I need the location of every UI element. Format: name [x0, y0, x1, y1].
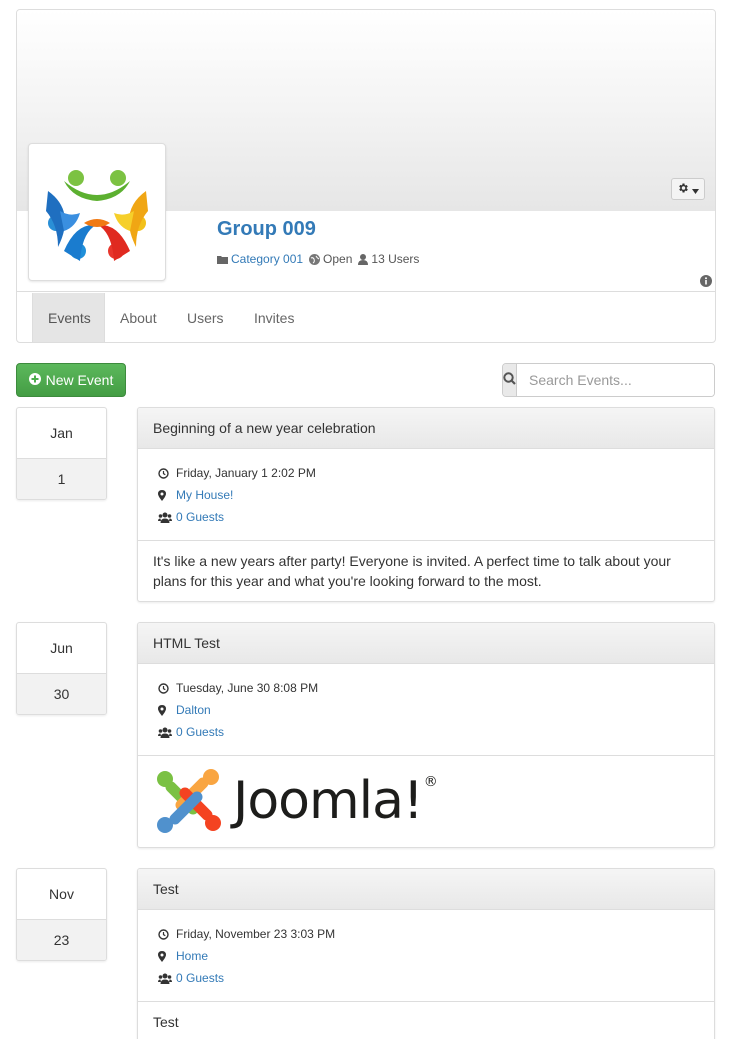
- joomla-wordmark: Joomla! ®: [233, 771, 438, 831]
- event-day: 1: [17, 459, 106, 499]
- event-title[interactable]: Beginning of a new year celebration: [138, 408, 714, 449]
- event-guests-link[interactable]: 0 Guests: [176, 725, 224, 739]
- group-title: Group 009: [217, 218, 316, 240]
- search-input[interactable]: [517, 364, 714, 396]
- group-meta: Category 001 Open 13 Users: [217, 252, 419, 266]
- event-details: Friday, January 1 2:02 PM My House! 0 Gu…: [138, 449, 714, 541]
- community-logo-icon: [46, 170, 148, 261]
- tab-users[interactable]: Users: [172, 293, 239, 342]
- group-users-count: 13 Users: [371, 252, 420, 266]
- group-avatar: [28, 143, 166, 281]
- tab-events[interactable]: Events: [32, 293, 105, 342]
- caret-down-icon: [692, 182, 699, 197]
- event-day: 30: [17, 674, 106, 714]
- event-datetime: Friday, January 1 2:02 PM: [176, 466, 316, 480]
- event-details: Friday, November 23 3:03 PM Home 0 Guest…: [138, 910, 714, 1002]
- users-icon: [158, 512, 176, 523]
- clock-icon: [158, 928, 176, 940]
- joomla-logo-icon: [157, 769, 221, 833]
- tab-invites[interactable]: Invites: [239, 293, 309, 342]
- new-event-label: New Event: [45, 372, 114, 388]
- search-icon: [503, 372, 516, 388]
- event-month: Jun: [17, 623, 106, 674]
- event-details: Tuesday, June 30 8:08 PM Dalton 0 Guests: [138, 664, 714, 756]
- event-date: Nov 23: [16, 868, 107, 961]
- event-datetime: Tuesday, June 30 8:08 PM: [176, 681, 319, 695]
- clock-icon: [158, 467, 176, 479]
- tab-about[interactable]: About: [105, 293, 172, 342]
- group-header-card: Group 009 Category 001 Open 13 Users Eve…: [16, 9, 716, 343]
- users-icon: [158, 973, 176, 984]
- gear-icon: [677, 182, 689, 197]
- map-marker-icon: [158, 950, 176, 962]
- group-settings-button[interactable]: [671, 178, 705, 200]
- event-title[interactable]: HTML Test: [138, 623, 714, 664]
- event-guests-link[interactable]: 0 Guests: [176, 971, 224, 985]
- event-card: Test Friday, November 23 3:03 PM Home 0 …: [137, 868, 715, 1039]
- event-location-link[interactable]: Dalton: [176, 703, 211, 717]
- event-month: Nov: [17, 869, 106, 920]
- plus-circle-icon: [28, 372, 41, 388]
- globe-icon: [309, 253, 321, 265]
- event-title[interactable]: Test: [138, 869, 714, 910]
- event-location-link[interactable]: Home: [176, 949, 208, 963]
- event-card: HTML Test Tuesday, June 30 8:08 PM Dalto…: [137, 622, 715, 848]
- search-button[interactable]: [503, 364, 517, 396]
- event-datetime: Friday, November 23 3:03 PM: [176, 927, 336, 941]
- event-month: Jan: [17, 408, 106, 459]
- users-icon: [158, 727, 176, 738]
- event-date: Jun 30: [16, 622, 107, 715]
- event-description: It's like a new years after party! Every…: [153, 553, 671, 589]
- map-marker-icon: [158, 704, 176, 716]
- group-tabs: Events About Users Invites: [17, 291, 715, 342]
- clock-icon: [158, 682, 176, 694]
- event-day: 23: [17, 920, 106, 960]
- event-description: Test: [153, 1014, 179, 1030]
- event-image: Joomla! ®: [138, 756, 714, 846]
- info-icon[interactable]: [700, 275, 712, 290]
- event-search: [502, 363, 715, 397]
- group-privacy: Open: [323, 252, 353, 266]
- map-marker-icon: [158, 489, 176, 501]
- user-icon: [358, 253, 369, 265]
- event-location-link[interactable]: My House!: [176, 488, 233, 502]
- event-date: Jan 1: [16, 407, 107, 500]
- event-guests-link[interactable]: 0 Guests: [176, 510, 224, 524]
- event-card: Beginning of a new year celebration Frid…: [137, 407, 715, 602]
- group-category-link[interactable]: Category 001: [231, 252, 303, 266]
- folder-icon: [217, 255, 228, 264]
- new-event-button[interactable]: New Event: [16, 363, 126, 397]
